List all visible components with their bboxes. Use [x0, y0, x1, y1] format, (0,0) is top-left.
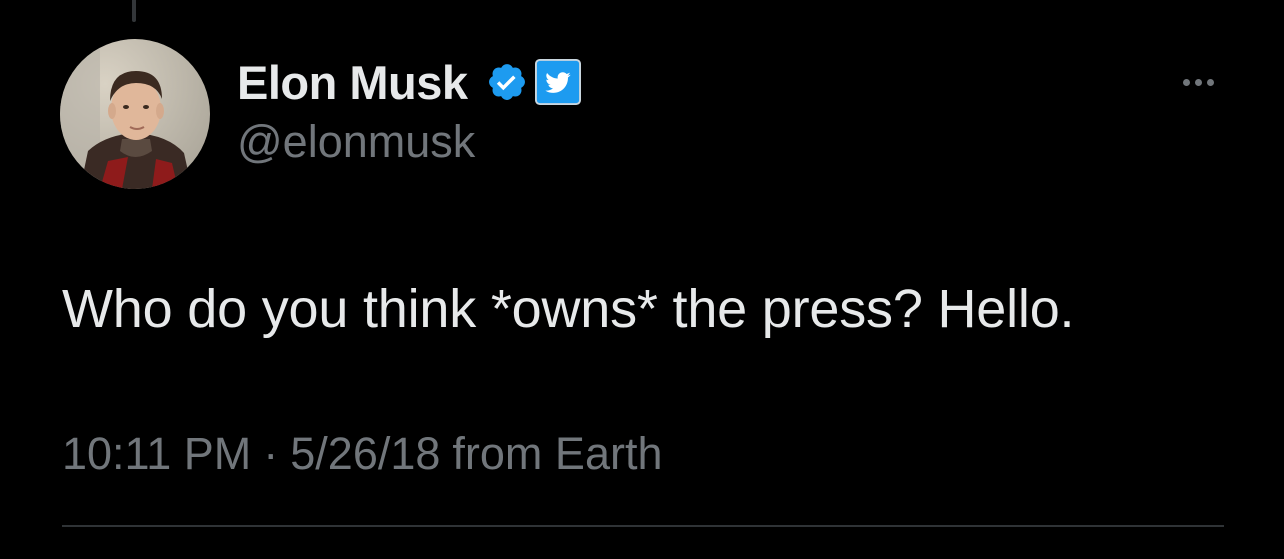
tweet-metadata: 10:11 PM · 5/26/18 from Earth	[62, 428, 662, 480]
tweet-author-header: Elon Musk @elonmusk	[237, 54, 581, 168]
author-handle[interactable]: @elonmusk	[237, 116, 581, 168]
verified-check-icon[interactable]	[486, 61, 528, 103]
profile-photo	[60, 39, 210, 189]
tweet-source: from Earth	[452, 428, 663, 479]
more-dots-icon[interactable]	[1174, 64, 1222, 100]
tweet-text: Who do you think *owns* the press? Hello…	[62, 279, 1075, 339]
more-dot	[1194, 78, 1202, 86]
thread-connector-line	[132, 0, 136, 22]
more-dot	[1206, 78, 1214, 86]
author-name-row: Elon Musk	[237, 54, 581, 110]
divider	[62, 525, 1224, 527]
tweet-date[interactable]: 5/26/18	[290, 428, 440, 480]
author-display-name[interactable]: Elon Musk	[237, 55, 468, 110]
more-dot	[1182, 78, 1190, 86]
meta-separator: ·	[263, 428, 279, 479]
twitter-bird-icon[interactable]	[534, 59, 581, 105]
avatar[interactable]	[60, 39, 210, 189]
tweet-time[interactable]: 10:11 PM	[62, 428, 251, 480]
